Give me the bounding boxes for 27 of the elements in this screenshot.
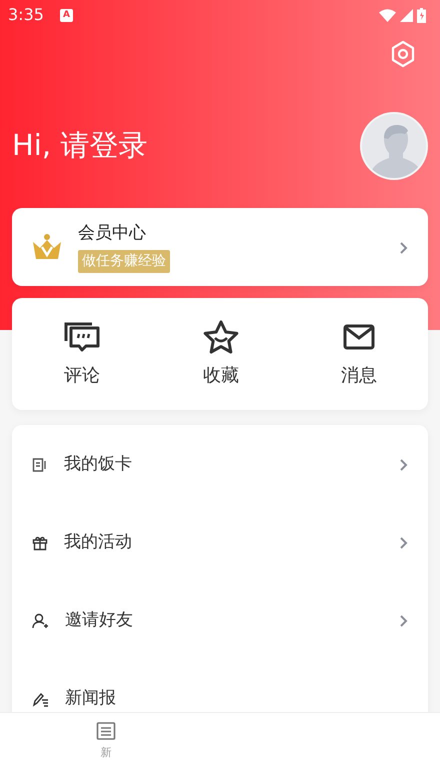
login-prompt[interactable]: Hi, 请登录 — [12, 124, 148, 168]
menu-item[interactable]: 新闻报 — [12, 660, 428, 712]
chevron-icon — [399, 240, 408, 255]
card-icon — [32, 457, 48, 473]
comment-icon — [63, 320, 101, 352]
member-title: 会员中心 — [78, 222, 146, 245]
star-icon — [203, 320, 239, 354]
member-card[interactable]: 会员中心 做任务赚经验 — [12, 208, 428, 286]
pen-list-icon — [32, 691, 49, 707]
comment-shortcut[interactable]: 评论 — [12, 298, 152, 410]
mail-shortcut[interactable]: 消息 — [290, 298, 428, 410]
signal-icon — [400, 8, 413, 22]
gift-icon — [32, 535, 48, 551]
crown-icon — [32, 233, 62, 261]
menu-item[interactable]: 我的饭卡 — [12, 426, 428, 504]
wifi-icon — [379, 8, 396, 22]
notification-badge: A — [60, 8, 73, 22]
status-time: 3:35 — [8, 4, 44, 26]
star-shortcut[interactable]: 收藏 — [152, 298, 290, 410]
task-tag: 做任务赚经验 — [78, 250, 170, 274]
mail-icon — [343, 322, 375, 350]
menu-item[interactable]: 邀请好友 — [12, 582, 428, 660]
settings-icon[interactable] — [390, 40, 416, 68]
user-add-icon — [32, 613, 49, 629]
battery-icon — [417, 8, 426, 22]
menu-item[interactable]: 我的活动 — [12, 504, 428, 582]
news-icon — [96, 721, 116, 742]
